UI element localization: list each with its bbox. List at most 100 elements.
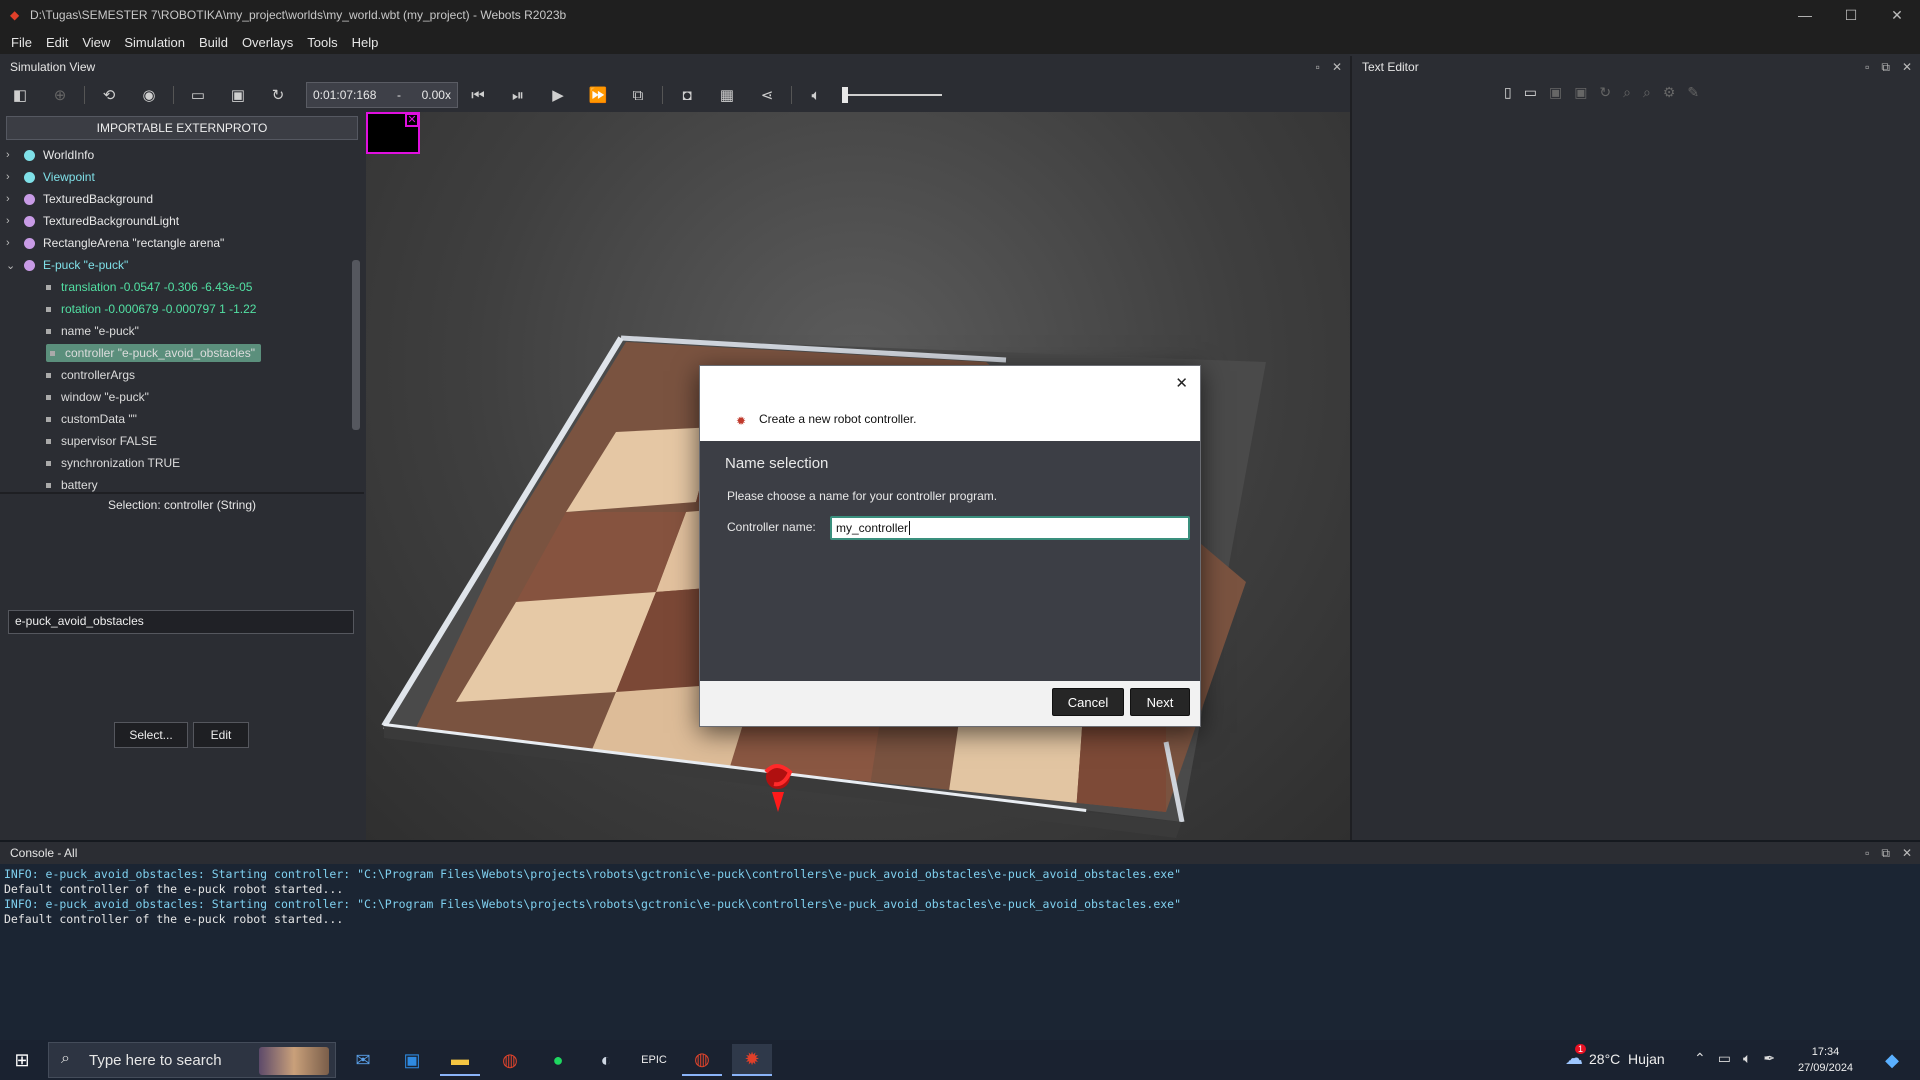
close-dock-icon[interactable]: ✕	[1902, 846, 1912, 861]
scene-tree-field[interactable]: window "e-puck"	[0, 386, 364, 408]
save-world-icon[interactable]: ▣	[228, 85, 248, 105]
menu-overlays[interactable]: Overlays	[235, 35, 300, 50]
scene-tree-field[interactable]: customData ""	[0, 408, 364, 430]
add-node-icon[interactable]: ⊕	[50, 85, 70, 105]
undock-icon[interactable]: ⧉	[1881, 846, 1890, 861]
find-icon[interactable]: ⌕	[1623, 84, 1631, 101]
importable-externproto-button[interactable]: IMPORTABLE EXTERNPROTO	[6, 116, 358, 140]
taskbar-search-box[interactable]: ⌕ Type here to search	[48, 1042, 336, 1078]
save-file-icon[interactable]: ▣	[1549, 84, 1562, 101]
follow-object-icon[interactable]: ⟲	[99, 85, 119, 105]
scene-tree-node[interactable]: › TexturedBackgroundLight	[0, 210, 364, 232]
mail-icon[interactable]: ✉	[343, 1044, 383, 1076]
copilot-icon[interactable]: ◆	[1872, 1044, 1912, 1076]
webots-taskbar-icon[interactable]: ✹	[732, 1044, 772, 1076]
chrome-icon[interactable]: ◍	[490, 1044, 530, 1076]
menu-edit[interactable]: Edit	[39, 35, 75, 50]
share-icon[interactable]: ⋖	[757, 85, 777, 105]
record-movie-icon[interactable]: ▦	[717, 85, 737, 105]
file-explorer-icon[interactable]: ▬	[440, 1044, 480, 1076]
taskbar-clock[interactable]: 17:34 27/09/2024	[1798, 1044, 1853, 1076]
screenshot-icon[interactable]: ◘	[677, 85, 697, 105]
reset-simulation-icon[interactable]: ⏮	[468, 85, 488, 105]
close-dock-icon[interactable]: ✕	[1902, 60, 1912, 75]
reload-world-icon[interactable]: ↻	[268, 85, 288, 105]
controller-value-field[interactable]: e-puck_avoid_obstacles	[8, 610, 354, 634]
spotify-icon[interactable]: ●	[538, 1044, 578, 1076]
minimize-button[interactable]: —	[1782, 0, 1828, 30]
steam-icon[interactable]: ◐	[586, 1044, 626, 1076]
edit-controller-button[interactable]: Edit	[193, 722, 249, 748]
close-dock-icon[interactable]: ✕	[1332, 60, 1342, 74]
step-icon[interactable]: ⏯	[508, 85, 528, 105]
menu-tools[interactable]: Tools	[300, 35, 344, 50]
open-file-icon[interactable]: ▭	[1524, 84, 1537, 101]
replace-icon[interactable]: ⌕	[1643, 84, 1651, 101]
scene-tree-field-label: customData ""	[61, 412, 137, 426]
expand-arrow-icon[interactable]: ⌄	[6, 259, 18, 272]
menu-file[interactable]: File	[4, 35, 39, 50]
menu-simulation[interactable]: Simulation	[117, 35, 192, 50]
cancel-button[interactable]: Cancel	[1052, 688, 1124, 716]
scene-tree-field[interactable]: controller "e-puck_avoid_obstacles"	[0, 342, 364, 364]
undock-icon[interactable]: ⧉	[1881, 60, 1890, 75]
show-hidden-icons-chevron-icon[interactable]: ⌃	[1694, 1050, 1706, 1067]
toggle-scene-tree-icon[interactable]: ◧	[10, 85, 30, 105]
float-dock-icon[interactable]: ▫	[1865, 846, 1869, 861]
weather-widget[interactable]: ☁ 1 28°C Hujan	[1565, 1044, 1665, 1069]
menu-view[interactable]: View	[75, 35, 117, 50]
new-file-icon[interactable]: ▯	[1504, 84, 1512, 101]
store-icon[interactable]: ▣	[392, 1044, 432, 1076]
float-dock-icon[interactable]: ▫	[1316, 60, 1320, 74]
next-button[interactable]: Next	[1130, 688, 1190, 716]
scene-tree-field-label: supervisor FALSE	[61, 434, 158, 448]
close-window-button[interactable]: ✕	[1874, 0, 1920, 30]
revert-icon[interactable]: ↻	[1599, 84, 1611, 101]
expand-arrow-icon[interactable]: ›	[6, 215, 18, 227]
expand-arrow-icon[interactable]: ›	[6, 149, 18, 161]
scene-tree-field[interactable]: controllerArgs	[0, 364, 364, 386]
float-dock-icon[interactable]: ▫	[1865, 60, 1869, 75]
scene-tree-node[interactable]: › TexturedBackground	[0, 188, 364, 210]
controller-name-input[interactable]: my_controller	[830, 516, 1190, 540]
volume-icon[interactable]: 🔈︎	[1743, 1050, 1751, 1067]
expand-arrow-icon[interactable]: ›	[6, 171, 18, 183]
scene-tree-node-label: TexturedBackgroundLight	[43, 214, 180, 228]
expand-arrow-icon[interactable]: ›	[6, 237, 18, 249]
clean-icon[interactable]: ✎	[1687, 84, 1699, 101]
overlay-close-icon[interactable]: ✕	[405, 113, 419, 127]
scene-tree-node[interactable]: › Viewpoint	[0, 166, 364, 188]
chrome-profile-icon[interactable]: ◍	[682, 1044, 722, 1076]
epic-games-icon[interactable]: EPIC	[634, 1044, 674, 1076]
new-controller-dialog: ✕ ✹ Create a new robot controller. Name …	[699, 365, 1201, 727]
scene-tree-node[interactable]: › WorldInfo	[0, 144, 364, 166]
scene-tree-scrollbar[interactable]	[352, 260, 360, 430]
network-icon[interactable]: ▭	[1718, 1050, 1731, 1067]
fast-forward-icon[interactable]: ⏩	[588, 85, 608, 105]
scene-tree-field[interactable]: rotation -0.000679 -0.000797 1 -1.22	[0, 298, 364, 320]
scene-tree-node[interactable]: ⌄ E-puck "e-puck"	[0, 254, 364, 276]
build-icon[interactable]: ⚙	[1663, 84, 1676, 101]
scene-tree-field[interactable]: name "e-puck"	[0, 320, 364, 342]
camera-overlay[interactable]: ✕	[366, 112, 420, 154]
scene-tree-node[interactable]: › RectangleArena "rectangle arena"	[0, 232, 364, 254]
save-as-icon[interactable]: ▣	[1574, 84, 1587, 101]
select-controller-button[interactable]: Select...	[114, 722, 188, 748]
mute-icon[interactable]: 🔈︎	[806, 85, 826, 105]
dialog-close-icon[interactable]: ✕	[1175, 374, 1188, 392]
view-eye-icon[interactable]: ◉	[139, 85, 159, 105]
scene-tree-field[interactable]: translation -0.0547 -0.306 -6.43e-05	[0, 276, 364, 298]
windows-start-icon[interactable]: ⊞	[2, 1044, 42, 1076]
play-icon[interactable]: ▶	[548, 85, 568, 105]
open-world-icon[interactable]: ▭	[188, 85, 208, 105]
scene-tree-field[interactable]: supervisor FALSE	[0, 430, 364, 452]
menu-help[interactable]: Help	[345, 35, 386, 50]
rendering-toggle-icon[interactable]: ⧉	[628, 85, 648, 105]
maximize-button[interactable]: ☐	[1828, 0, 1874, 30]
expand-arrow-icon[interactable]: ›	[6, 193, 18, 205]
volume-slider[interactable]	[842, 85, 942, 105]
scene-tree-field[interactable]: synchronization TRUE	[0, 452, 364, 474]
menu-build[interactable]: Build	[192, 35, 235, 50]
console-output[interactable]: INFO: e-puck_avoid_obstacles: Starting c…	[0, 864, 1920, 927]
pen-icon[interactable]: ✒	[1763, 1050, 1775, 1067]
